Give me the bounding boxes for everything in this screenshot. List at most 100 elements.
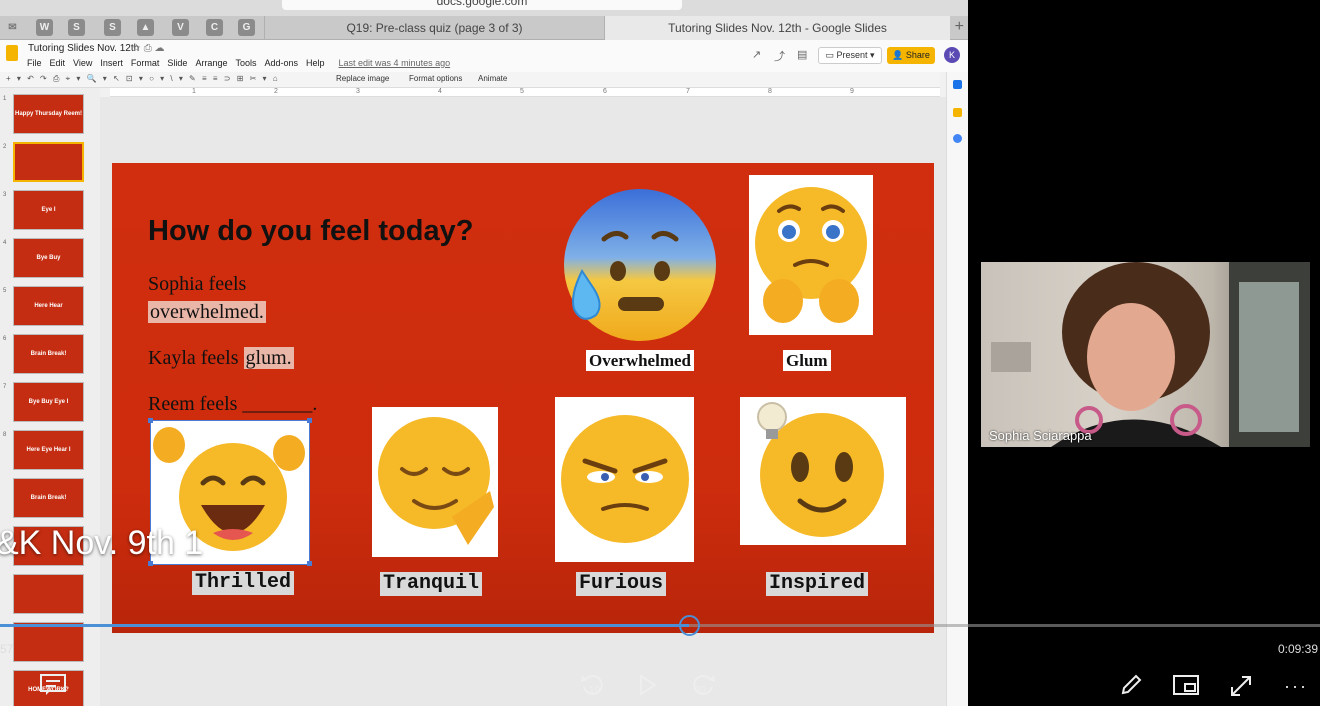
caption-overwhelmed[interactable]: Overwhelmed [586, 350, 694, 371]
menu-view[interactable]: View [73, 58, 92, 68]
play-button[interactable] [638, 674, 658, 696]
resize-handle[interactable] [148, 418, 153, 423]
pencil-icon[interactable] [1119, 673, 1143, 697]
participant-name: Sophia Sciarappa [989, 428, 1092, 443]
present-button[interactable]: ▭ Present ▾ [818, 47, 882, 64]
inspired-emoji-icon[interactable] [740, 397, 906, 545]
video-title: &K Nov. 9th 1 [0, 524, 204, 562]
menu-format[interactable]: Format [131, 58, 160, 68]
format-options-button[interactable]: Format options [409, 74, 462, 83]
caption-inspired[interactable]: Inspired [766, 572, 869, 596]
sophia-line[interactable]: Sophia feels [148, 273, 246, 296]
animate-button[interactable]: Animate [478, 74, 507, 83]
tranquil-emoji-icon[interactable] [372, 407, 498, 557]
menu-addons[interactable]: Add-ons [264, 58, 298, 68]
kayla-line[interactable]: Kayla feels glum. [148, 347, 294, 370]
forward-30-icon[interactable]: 30 [690, 673, 716, 699]
ruler-tick: 2 [274, 88, 278, 95]
slide-thumbnail[interactable]: Brain Break! [13, 334, 84, 374]
share-label: Share [905, 50, 930, 60]
ruler-tick: 4 [438, 88, 442, 95]
picture-in-picture-icon[interactable] [1173, 675, 1199, 695]
ruler-tick: 5 [520, 88, 524, 95]
last-edit-link[interactable]: Last edit was 4 minutes ago [339, 58, 451, 68]
slide-thumbnail[interactable]: Happy Thursday Reem! [13, 94, 84, 134]
tab-quiz[interactable]: Q19: Pre-class quiz (page 3 of 3) [264, 16, 604, 40]
browser-tab-strip: ✉ W S S ▲ V C G Q19: Pre-class quiz (pag… [0, 16, 968, 40]
elapsed-time: 57 [0, 642, 14, 656]
slide-thumbnail[interactable] [13, 142, 84, 182]
rewind-10-icon[interactable]: 10 [580, 673, 606, 699]
volume-icon[interactable] [0, 674, 10, 696]
reem-line[interactable]: Reem feels _______. [148, 393, 317, 416]
drive-icon[interactable]: ▲ [137, 19, 154, 36]
avatar[interactable]: K [944, 47, 960, 63]
trend-icon[interactable]: ⤴ [774, 48, 785, 64]
pinned-tab-3[interactable]: S [104, 19, 121, 36]
fullscreen-icon[interactable] [1229, 674, 1253, 698]
ruler-tick: 7 [686, 88, 690, 95]
caption-glum[interactable]: Glum [783, 350, 831, 371]
overwhelmed-emoji-icon[interactable] [560, 185, 720, 345]
editing-toolbar: + ▾ ↶ ↷ ⎙ ⌖ ▾ 🔍 ▾ ↖ ⊡ ▾ ○ ▾ \ ▾ ✎ ≡ ≡ ⊃ … [0, 72, 940, 88]
slide-thumbnail[interactable]: Brain Break! [13, 478, 84, 518]
activity-icon[interactable]: ↗ [752, 48, 761, 61]
new-tab-icon[interactable]: + [955, 18, 964, 36]
more-options-icon[interactable]: ··· [1284, 676, 1308, 697]
menu-help[interactable]: Help [306, 58, 325, 68]
kayla-answer[interactable]: glum. [243, 347, 294, 369]
slide-thumbnail[interactable] [13, 622, 84, 662]
caption-thrilled[interactable]: Thrilled [192, 571, 295, 595]
slide-thumb-number: 6 [3, 336, 7, 342]
toolbar-icons[interactable]: + ▾ ↶ ↷ ⎙ ⌖ ▾ 🔍 ▾ ↖ ⊡ ▾ ○ ▾ \ ▾ ✎ ≡ ≡ ⊃ … [6, 74, 280, 84]
star-icon[interactable]: ☆ ⎙ ☁ [132, 43, 165, 54]
sophia-answer[interactable]: overwhelmed. [148, 301, 266, 323]
captions-icon[interactable] [40, 674, 66, 696]
forward-label: 30 [695, 685, 707, 696]
caption-tranquil[interactable]: Tranquil [380, 572, 483, 596]
calendar-icon[interactable] [953, 80, 962, 89]
tasks-icon[interactable] [953, 134, 962, 143]
slide-thumbnail[interactable] [13, 574, 84, 614]
slides-header: Tutoring Slides Nov. 12th ☆ ⎙ ☁ File Edi… [0, 40, 968, 72]
slide-thumbnail[interactable]: Bye Buy Eye I [13, 382, 84, 422]
pinned-tab-2[interactable]: S [68, 19, 85, 36]
keep-icon[interactable] [953, 108, 962, 117]
glum-emoji-icon[interactable] [749, 175, 873, 335]
comment-icon[interactable]: ▤ [797, 48, 807, 61]
ruler-tick: 8 [768, 88, 772, 95]
pinned-tab-7[interactable]: G [238, 19, 255, 36]
share-button[interactable]: 👤 Share [887, 47, 935, 64]
menu-insert[interactable]: Insert [100, 58, 123, 68]
slide-title[interactable]: How do you feel today? [148, 215, 473, 248]
document-title[interactable]: Tutoring Slides Nov. 12th [28, 43, 139, 54]
tab-slides[interactable]: Tutoring Slides Nov. 12th - Google Slide… [604, 16, 950, 40]
resize-handle[interactable] [307, 561, 312, 566]
pinned-tab-1[interactable]: W [36, 19, 53, 36]
slide[interactable]: How do you feel today? Sophia feels over… [112, 163, 934, 633]
rewind-label: 10 [589, 685, 601, 696]
pinned-tab-6[interactable]: C [206, 19, 223, 36]
slide-thumbnail[interactable]: Here Hear [13, 286, 84, 326]
webcam-person-image [991, 262, 1310, 447]
menu-arrange[interactable]: Arrange [195, 58, 227, 68]
menu-tools[interactable]: Tools [235, 58, 256, 68]
slides-logo-icon[interactable] [6, 45, 18, 61]
progress-fill [0, 624, 689, 627]
mail-icon[interactable]: ✉ [4, 19, 21, 36]
slide-thumbnail[interactable]: Here Eye Hear I [13, 430, 84, 470]
webcam-feed[interactable]: Sophia Sciarappa [981, 262, 1310, 447]
replace-image-button[interactable]: Replace image [336, 74, 389, 83]
caption-furious[interactable]: Furious [576, 572, 667, 596]
pinned-tab-5[interactable]: V [172, 19, 189, 36]
address-bar[interactable]: docs.google.com [282, 0, 682, 10]
furious-emoji-icon[interactable] [555, 397, 694, 562]
progress-scrubber[interactable] [679, 615, 700, 636]
slide-thumbnail[interactable]: Bye Buy [13, 238, 84, 278]
resize-handle[interactable] [307, 418, 312, 423]
menu-edit[interactable]: Edit [50, 58, 66, 68]
menu-file[interactable]: File [27, 58, 42, 68]
total-duration: 0:09:39 [1277, 642, 1318, 656]
menu-slide[interactable]: Slide [167, 58, 187, 68]
slide-thumbnail[interactable]: Eye I [13, 190, 84, 230]
